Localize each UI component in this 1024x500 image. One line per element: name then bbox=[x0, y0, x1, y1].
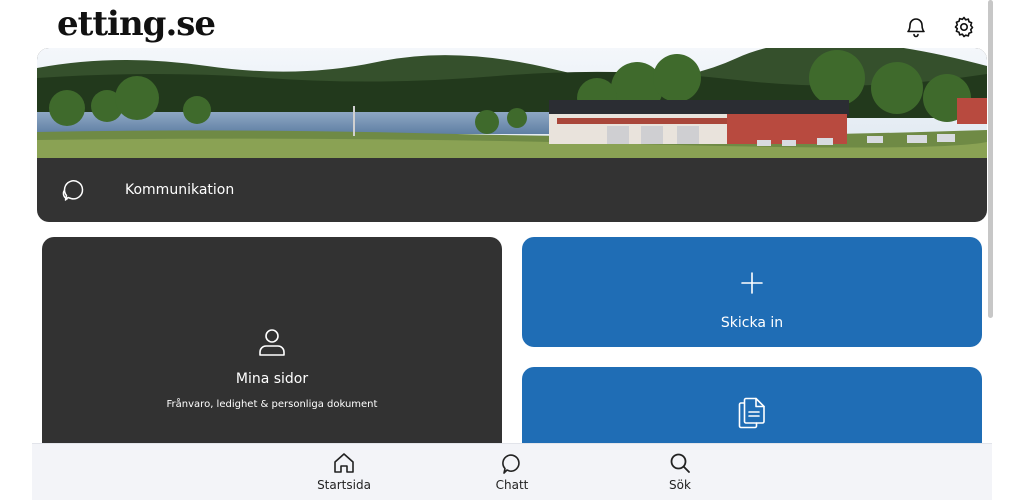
communication-section-link[interactable]: Kommunikation bbox=[37, 158, 987, 222]
plus-icon bbox=[741, 272, 763, 294]
communication-label: Kommunikation bbox=[125, 182, 235, 198]
page-scrollbar[interactable] bbox=[988, 0, 993, 318]
skicka-in-tile[interactable]: Skicka in bbox=[522, 237, 982, 347]
nav-label-sok: Sök bbox=[669, 478, 691, 492]
mina-sidor-title: Mina sidor bbox=[235, 371, 309, 387]
top-header: etting.se bbox=[0, 0, 1024, 48]
nav-label-startsida: Startsida bbox=[317, 478, 371, 492]
bottom-navigation: Startsida Chatt Sök bbox=[32, 443, 992, 500]
search-icon bbox=[670, 453, 690, 473]
app-root: etting.se Kommunikation Mina sidor Frånv… bbox=[0, 0, 1024, 500]
skicka-in-title: Skicka in bbox=[720, 315, 784, 331]
chat-bubble-icon bbox=[62, 180, 84, 201]
nav-item-startsida[interactable]: Startsida bbox=[299, 444, 389, 500]
home-icon bbox=[334, 453, 354, 473]
nav-label-chatt: Chatt bbox=[495, 478, 529, 492]
mina-sidor-subtitle: Frånvaro, ledighet & personliga dokument bbox=[166, 399, 378, 410]
hero-card: Kommunikation bbox=[37, 48, 987, 222]
notifications-button[interactable] bbox=[901, 12, 931, 42]
gear-icon bbox=[954, 16, 974, 38]
nav-item-chatt[interactable]: Chatt bbox=[467, 444, 557, 500]
documents-icon bbox=[738, 397, 765, 429]
nav-item-sok[interactable]: Sök bbox=[635, 444, 725, 500]
bell-icon bbox=[907, 18, 925, 38]
hero-landscape-image bbox=[37, 48, 987, 158]
user-icon bbox=[259, 329, 285, 356]
site-logo[interactable]: etting.se bbox=[57, 2, 216, 46]
settings-button[interactable] bbox=[949, 12, 979, 42]
chat-icon bbox=[502, 454, 520, 474]
